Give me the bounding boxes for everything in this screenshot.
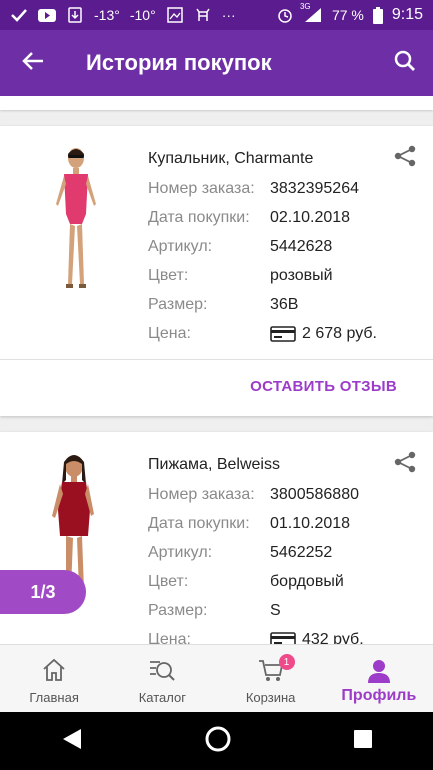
leave-review-button[interactable]: ОСТАВИТЬ ОТЗЫВ xyxy=(250,378,397,395)
size-row: Размер: S xyxy=(148,602,281,620)
purchase-list[interactable]: Купальник, Charmante Номер заказа: 38323… xyxy=(0,96,433,644)
nav-cart[interactable]: 1 Корзина xyxy=(217,645,325,712)
color-value: розовый xyxy=(270,267,333,284)
date-label: Дата покупки: xyxy=(148,209,250,226)
search-button[interactable] xyxy=(377,30,433,96)
battery-percent: 77 % xyxy=(331,7,364,23)
back-button[interactable] xyxy=(0,30,66,96)
share-button[interactable] xyxy=(393,144,417,168)
color-label: Цвет: xyxy=(148,573,189,590)
alarm-icon xyxy=(276,7,294,23)
previous-card-edge xyxy=(0,96,433,110)
share-icon xyxy=(393,451,417,478)
page-title: История покупок xyxy=(86,50,272,75)
page-indicator[interactable]: 1/3 xyxy=(0,570,86,614)
color-label: Цвет: xyxy=(148,267,189,284)
sku-row: Артикул: 5462252 xyxy=(148,544,332,562)
nav-catalog[interactable]: Каталог xyxy=(108,645,216,712)
price-label: Цена: xyxy=(148,631,191,644)
size-label: Размер: xyxy=(148,602,208,619)
card-divider xyxy=(0,359,433,360)
gallery-icon xyxy=(166,7,184,23)
size-value: 36B xyxy=(270,296,299,313)
price-row: Цена: 2 678 руб. xyxy=(148,325,377,343)
bottom-navigation: Главная Каталог 1 Корзина Профиль xyxy=(0,644,433,712)
download-icon xyxy=(66,7,84,23)
nav-cart-label: Корзина xyxy=(245,690,296,705)
system-navigation-bar xyxy=(0,712,433,770)
order-number-row: Номер заказа: 3800586880 xyxy=(148,486,359,504)
size-label: Размер: xyxy=(148,296,208,313)
status-bar: -13° -10° ··· 3G 77 % 9:15 xyxy=(0,0,433,30)
nav-profile[interactable]: Профиль xyxy=(325,645,433,712)
nav-catalog-label: Каталог xyxy=(138,690,186,705)
share-icon xyxy=(393,145,417,172)
signal-icon: 3G xyxy=(300,2,324,23)
date-row: Дата покупки: 01.10.2018 xyxy=(148,515,350,533)
credit-card-icon xyxy=(270,326,296,342)
nav-home-label: Главная xyxy=(29,690,79,705)
credit-card-icon xyxy=(270,632,296,644)
nav-home[interactable]: Главная xyxy=(0,645,108,712)
date-value: 01.10.2018 xyxy=(270,515,351,532)
home-circle-icon[interactable] xyxy=(204,725,232,758)
size-value: S xyxy=(270,602,281,619)
size-row: Размер: 36B xyxy=(148,296,298,314)
profile-icon xyxy=(365,657,393,685)
catalog-search-icon xyxy=(148,656,176,684)
order-number-label: Номер заказа: xyxy=(148,486,255,503)
sku-value: 5442628 xyxy=(270,238,333,255)
sku-row: Артикул: 5442628 xyxy=(148,238,332,256)
temperature-1: -13° xyxy=(94,7,120,23)
price-label: Цена: xyxy=(148,325,191,342)
search-icon xyxy=(394,50,416,77)
network-type: 3G xyxy=(299,2,311,11)
sku-label: Артикул: xyxy=(148,544,213,561)
date-row: Дата покупки: 02.10.2018 xyxy=(148,209,350,227)
date-value: 02.10.2018 xyxy=(270,209,351,226)
temperature-2: -10° xyxy=(129,7,156,23)
price-value: 432 руб. xyxy=(302,631,364,644)
nav-profile-label: Профиль xyxy=(341,686,417,704)
price-value: 2 678 руб. xyxy=(302,325,377,342)
product-image[interactable] xyxy=(36,144,116,294)
cart-badge: 1 xyxy=(278,654,295,670)
color-row: Цвет: розовый xyxy=(148,267,333,285)
check-icon xyxy=(10,7,28,23)
back-triangle-icon[interactable] xyxy=(61,727,83,756)
product-title[interactable]: Пижама, Belweiss xyxy=(148,456,280,474)
home-icon xyxy=(40,656,68,684)
youtube-icon xyxy=(38,7,56,23)
order-card: Купальник, Charmante Номер заказа: 38323… xyxy=(0,126,433,416)
back-arrow-icon xyxy=(22,51,44,76)
date-label: Дата покупки: xyxy=(148,515,250,532)
sku-value: 5462252 xyxy=(270,544,333,561)
clock: 9:15 xyxy=(391,6,423,23)
recents-square-icon[interactable] xyxy=(353,729,373,754)
order-number-value: 3800586880 xyxy=(270,486,359,503)
order-number-row: Номер заказа: 3832395264 xyxy=(148,180,359,198)
sku-label: Артикул: xyxy=(148,238,213,255)
more-notifications: ··· xyxy=(221,7,236,23)
product-title[interactable]: Купальник, Charmante xyxy=(148,150,313,168)
order-number-value: 3832395264 xyxy=(270,180,359,197)
price-row: Цена: 432 руб. xyxy=(148,631,364,644)
color-value: бордовый xyxy=(270,573,344,590)
battery-icon xyxy=(372,6,384,24)
share-button[interactable] xyxy=(393,450,417,474)
color-row: Цвет: бордовый xyxy=(148,573,344,591)
deer-icon xyxy=(194,7,212,23)
app-bar: История покупок xyxy=(0,30,433,96)
order-number-label: Номер заказа: xyxy=(148,180,255,197)
